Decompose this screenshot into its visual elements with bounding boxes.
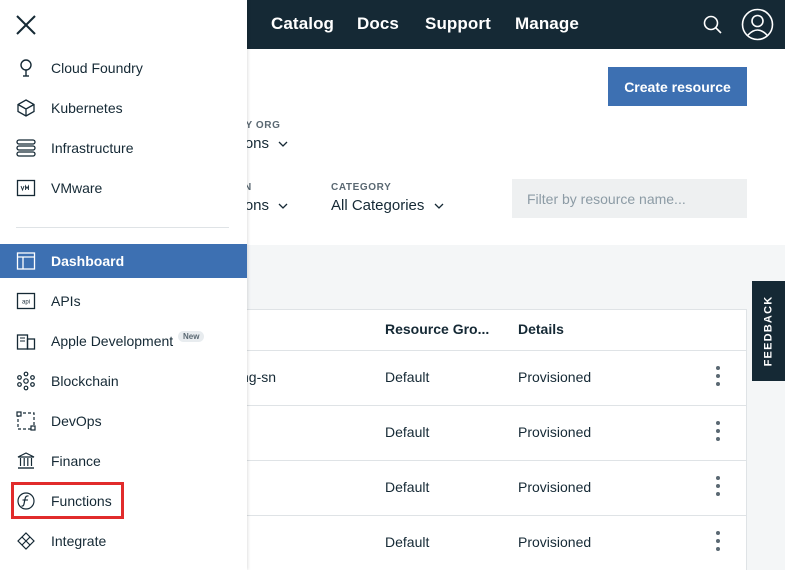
resource-group: Default — [385, 479, 430, 495]
overflow-menu-icon[interactable] — [714, 476, 722, 500]
kubernetes-icon — [17, 99, 35, 117]
new-badge: New — [178, 331, 205, 342]
menu-divider — [16, 227, 229, 228]
finance-icon — [17, 452, 35, 469]
feedback-label: FEEDBACK — [762, 295, 775, 367]
overflow-menu-icon[interactable] — [714, 366, 722, 390]
functions-highlight-box — [11, 482, 124, 519]
sidebar-item-label: Dashboard — [51, 253, 125, 269]
sidebar-item-label: Finance — [51, 453, 101, 469]
feedback-tab[interactable]: FEEDBACK — [752, 281, 785, 381]
table-row[interactable]: Default Provisioned — [247, 460, 746, 515]
table-row[interactable]: ng-sn Default Provisioned — [241, 350, 746, 405]
devops-icon — [16, 411, 36, 431]
blockchain-icon — [17, 371, 35, 391]
apple-development-icon — [16, 334, 36, 350]
nav-manage[interactable]: Manage — [515, 14, 579, 34]
integrate-icon — [17, 532, 35, 550]
sidebar-item-dashboard[interactable]: Dashboard — [0, 244, 247, 278]
sidebar-item-finance[interactable]: Finance — [0, 444, 247, 478]
sidebar-item-apple-development[interactable]: Apple Development — [0, 324, 247, 358]
dashboard-icon — [16, 252, 36, 270]
resource-group: Default — [385, 369, 430, 385]
sidebar-item-label: Integrate — [51, 533, 107, 549]
sidebar-item-infrastructure[interactable]: Infrastructure — [0, 131, 247, 165]
svg-text:api: api — [22, 300, 30, 306]
sidebar-item-label: APIs — [51, 293, 81, 309]
sidebar-item-blockchain[interactable]: Blockchain — [0, 364, 247, 398]
sidebar-item-vmware[interactable]: VMware — [0, 171, 247, 205]
sidebar-item-kubernetes[interactable]: Kubernetes — [0, 91, 247, 125]
sidebar-item-devops[interactable]: DevOps — [0, 404, 247, 438]
resource-group: Default — [385, 534, 430, 550]
category-filter-label: CATEGORY — [331, 182, 392, 193]
chevron-down-icon — [278, 203, 288, 209]
nav-docs[interactable]: Docs — [357, 14, 399, 34]
user-avatar-icon[interactable] — [741, 8, 774, 41]
column-header-details[interactable]: Details — [518, 321, 564, 337]
table-row[interactable]: Default Provisioned — [247, 515, 746, 570]
sidebar-item-label: Apple Development — [51, 333, 174, 349]
search-icon[interactable] — [699, 11, 727, 39]
api-icon: api — [16, 292, 36, 310]
category-filter-value[interactable]: All Categories — [331, 197, 444, 214]
resource-search-input[interactable] — [512, 179, 747, 218]
sidebar-item-label: VMware — [51, 180, 103, 196]
nav-support[interactable]: Support — [425, 14, 491, 34]
create-resource-button[interactable]: Create resource — [608, 67, 747, 106]
sidebar-item-label: Blockchain — [51, 373, 119, 389]
vmware-icon — [16, 179, 36, 197]
resource-details: Provisioned — [518, 424, 592, 440]
overflow-menu-icon[interactable] — [714, 531, 722, 555]
resource-group: Default — [385, 424, 430, 440]
infrastructure-icon — [16, 139, 36, 157]
chevron-down-icon — [278, 141, 288, 147]
cloud-foundry-icon — [20, 59, 32, 77]
sidebar-item-label: Kubernetes — [51, 100, 123, 116]
sidebar-item-label: Cloud Foundry — [51, 60, 143, 76]
sidebar-item-apis[interactable]: api APIs — [0, 284, 247, 318]
column-header-resource-group[interactable]: Resource Gro... — [385, 321, 489, 337]
category-filter-text: All Categories — [331, 197, 425, 214]
side-navigation-panel: Cloud Foundry Kubernetes Infrastructure … — [0, 0, 247, 570]
overflow-menu-icon[interactable] — [714, 421, 722, 445]
table-row[interactable]: Default Provisioned — [247, 405, 746, 460]
nav-catalog[interactable]: Catalog — [271, 14, 334, 34]
close-icon[interactable] — [12, 11, 40, 39]
resource-details: Provisioned — [518, 479, 592, 495]
chevron-down-icon — [434, 203, 444, 209]
resource-table: Resource Gro... Details ng-sn Default Pr… — [241, 309, 747, 570]
resource-details: Provisioned — [518, 534, 592, 550]
resource-details: Provisioned — [518, 369, 592, 385]
sidebar-item-label: DevOps — [51, 413, 102, 429]
sidebar-item-integrate[interactable]: Integrate — [0, 524, 247, 558]
sidebar-item-label: Infrastructure — [51, 140, 134, 156]
sidebar-item-cloud-foundry[interactable]: Cloud Foundry — [0, 51, 247, 85]
